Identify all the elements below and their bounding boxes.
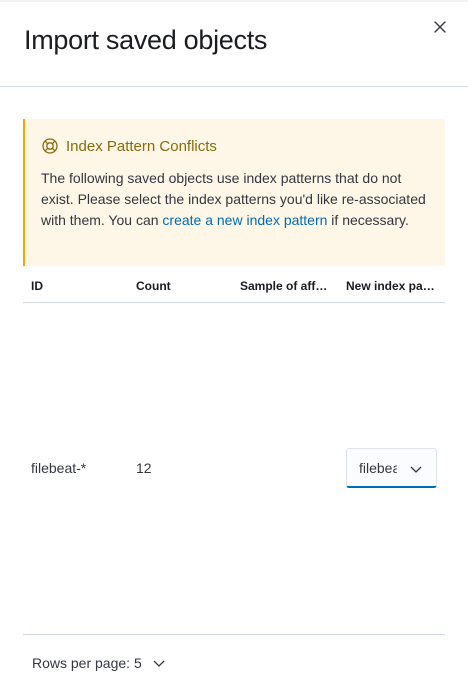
rows-per-page-button[interactable]: Rows per page: 5 — [32, 655, 166, 671]
create-index-pattern-link[interactable]: create a new index pattern — [162, 212, 327, 228]
flyout-header: Import saved objects — [0, 0, 468, 87]
import-flyout: Import saved objects Index Pattern Confl… — [0, 0, 468, 695]
rows-per-page-label: Rows per page: 5 — [32, 655, 142, 671]
callout-body: The following saved objects use index pa… — [41, 168, 433, 231]
page-title: Import saved objects — [24, 25, 268, 55]
index-pattern-conflicts-callout: Index Pattern Conflicts The following sa… — [23, 119, 445, 266]
conflicts-table-header: ID Count Sample of aff… New index pa… — [23, 267, 445, 303]
close-button[interactable] — [428, 15, 452, 39]
column-header-count[interactable]: Count — [136, 279, 226, 293]
callout-title-text: Index Pattern Conflicts — [66, 137, 217, 155]
help-lifebuoy-icon — [41, 137, 59, 155]
table-footer-divider — [23, 634, 445, 635]
close-icon — [434, 21, 446, 33]
callout-title: Index Pattern Conflicts — [41, 137, 217, 155]
new-index-pattern-select[interactable]: filebea — [346, 448, 437, 488]
chevron-down-icon — [152, 656, 166, 670]
select-value: filebea — [359, 460, 397, 476]
row-id-cell: filebeat-* — [31, 460, 87, 476]
column-header-sample[interactable]: Sample of aff… — [240, 279, 335, 293]
chevron-down-icon — [409, 462, 423, 476]
column-header-id[interactable]: ID — [31, 279, 121, 293]
column-header-new-index-pattern[interactable]: New index pa… — [346, 279, 441, 293]
callout-body-tail: if necessary. — [327, 212, 409, 228]
row-count-cell: 12 — [136, 460, 152, 476]
